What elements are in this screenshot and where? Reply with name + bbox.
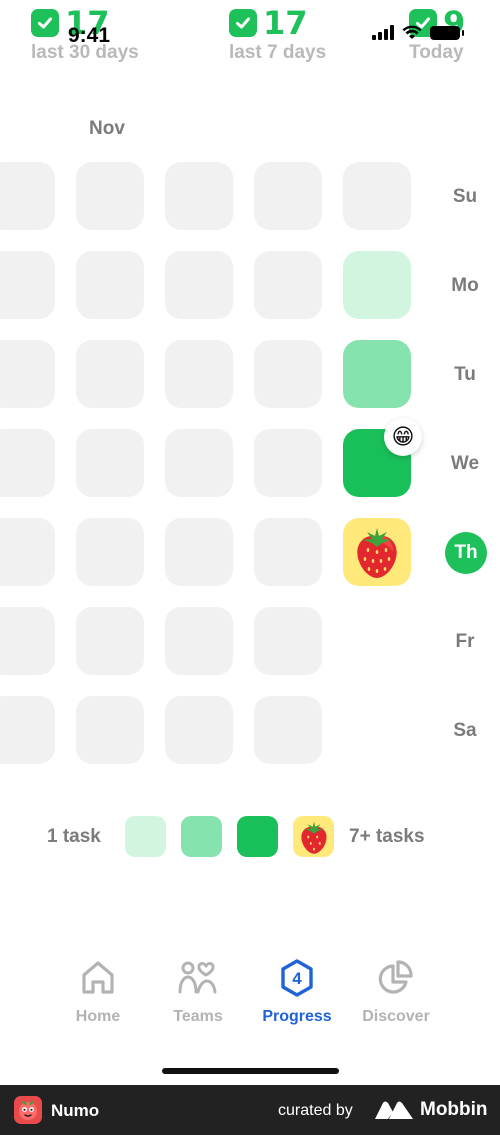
day-label-sa: Sa	[453, 720, 477, 741]
mobbin-logo-icon	[375, 1101, 413, 1119]
day-cell[interactable]	[254, 696, 322, 764]
stat-last-7-days: 17 last 7 days	[229, 6, 326, 64]
status-time: 9:41	[68, 24, 111, 47]
day-cell[interactable]	[0, 429, 55, 497]
progress-badge-number: 4	[292, 969, 302, 988]
day-cell[interactable]	[0, 696, 55, 764]
day-cell[interactable]	[0, 162, 55, 230]
tab-label: Progress	[262, 1008, 332, 1025]
tab-teams[interactable]: Teams	[148, 958, 248, 1026]
day-cell-current-su[interactable]	[343, 162, 411, 230]
day-label-tu: Tu	[454, 364, 476, 385]
teams-icon	[178, 961, 217, 994]
day-cell[interactable]	[254, 429, 322, 497]
day-cell-current-tu[interactable]	[343, 340, 411, 408]
month-label: Nov	[89, 118, 125, 139]
cellular-signal-icon	[372, 25, 394, 40]
home-icon	[82, 961, 114, 994]
day-cell[interactable]	[76, 251, 144, 319]
tab-label: Discover	[362, 1008, 430, 1025]
legend-swatch-level-1	[125, 816, 166, 857]
stat-label: Today	[409, 42, 464, 63]
day-label-th-today: Th	[445, 532, 487, 574]
app-icon	[14, 1096, 42, 1124]
app-name: Numo	[51, 1101, 100, 1120]
day-cell[interactable]	[165, 251, 233, 319]
stat-value: 17	[263, 4, 308, 42]
day-cell[interactable]	[76, 162, 144, 230]
day-cell[interactable]	[165, 429, 233, 497]
day-cell-current-th[interactable]	[343, 518, 411, 586]
day-label-su: Su	[452, 186, 478, 207]
check-icon	[229, 9, 257, 37]
check-icon	[31, 9, 59, 37]
day-cell[interactable]	[254, 251, 322, 319]
day-cell[interactable]	[165, 162, 233, 230]
discover-icon	[378, 960, 413, 994]
emoji-reaction-badge[interactable]: 😁	[384, 418, 422, 456]
legend-swatch-level-3	[237, 816, 278, 857]
curated-by-label: curated by	[278, 1102, 353, 1119]
brand-name: Mobbin	[420, 1099, 488, 1120]
day-cell[interactable]	[76, 340, 144, 408]
day-cell[interactable]	[165, 518, 233, 586]
stat-label: last 7 days	[229, 42, 327, 63]
day-label-fr: Fr	[455, 631, 475, 652]
day-cell[interactable]	[0, 607, 55, 675]
battery-icon	[430, 25, 464, 40]
tab-label: Teams	[173, 1008, 223, 1025]
day-cell[interactable]	[76, 518, 144, 586]
tab-label: Home	[75, 1008, 121, 1025]
day-label-we: We	[450, 453, 480, 474]
tab-progress[interactable]: 4 Progress	[247, 958, 347, 1026]
grinning-emoji-icon: 😁	[391, 424, 415, 449]
wifi-icon	[402, 25, 422, 39]
legend-swatch-level-2	[181, 816, 222, 857]
home-indicator	[162, 1068, 339, 1074]
day-cell[interactable]	[76, 429, 144, 497]
day-cell[interactable]	[76, 607, 144, 675]
strawberry-icon	[357, 528, 397, 578]
day-cell[interactable]	[254, 162, 322, 230]
day-cell[interactable]	[0, 251, 55, 319]
day-cell[interactable]	[0, 340, 55, 408]
day-cell[interactable]	[165, 340, 233, 408]
day-label-mo: Mo	[451, 275, 479, 296]
day-cell[interactable]	[165, 696, 233, 764]
legend-swatch-level-4	[293, 816, 334, 857]
day-cell[interactable]	[165, 607, 233, 675]
attribution-footer: Numo curated by Mobbin	[0, 1085, 500, 1135]
day-cell[interactable]	[0, 518, 55, 586]
day-cell[interactable]	[254, 340, 322, 408]
day-cell[interactable]	[254, 607, 322, 675]
tab-home[interactable]: Home	[48, 958, 148, 1026]
legend-min-label: 1 task	[47, 826, 101, 847]
strawberry-icon	[300, 821, 327, 854]
status-icons	[372, 25, 464, 40]
day-cell-current-mo[interactable]	[343, 251, 411, 319]
tab-discover[interactable]: Discover	[346, 958, 446, 1026]
progress-icon: 4	[281, 959, 313, 997]
day-cell[interactable]	[76, 696, 144, 764]
day-cell[interactable]	[254, 518, 322, 586]
legend-max-label: 7+ tasks	[349, 826, 425, 847]
